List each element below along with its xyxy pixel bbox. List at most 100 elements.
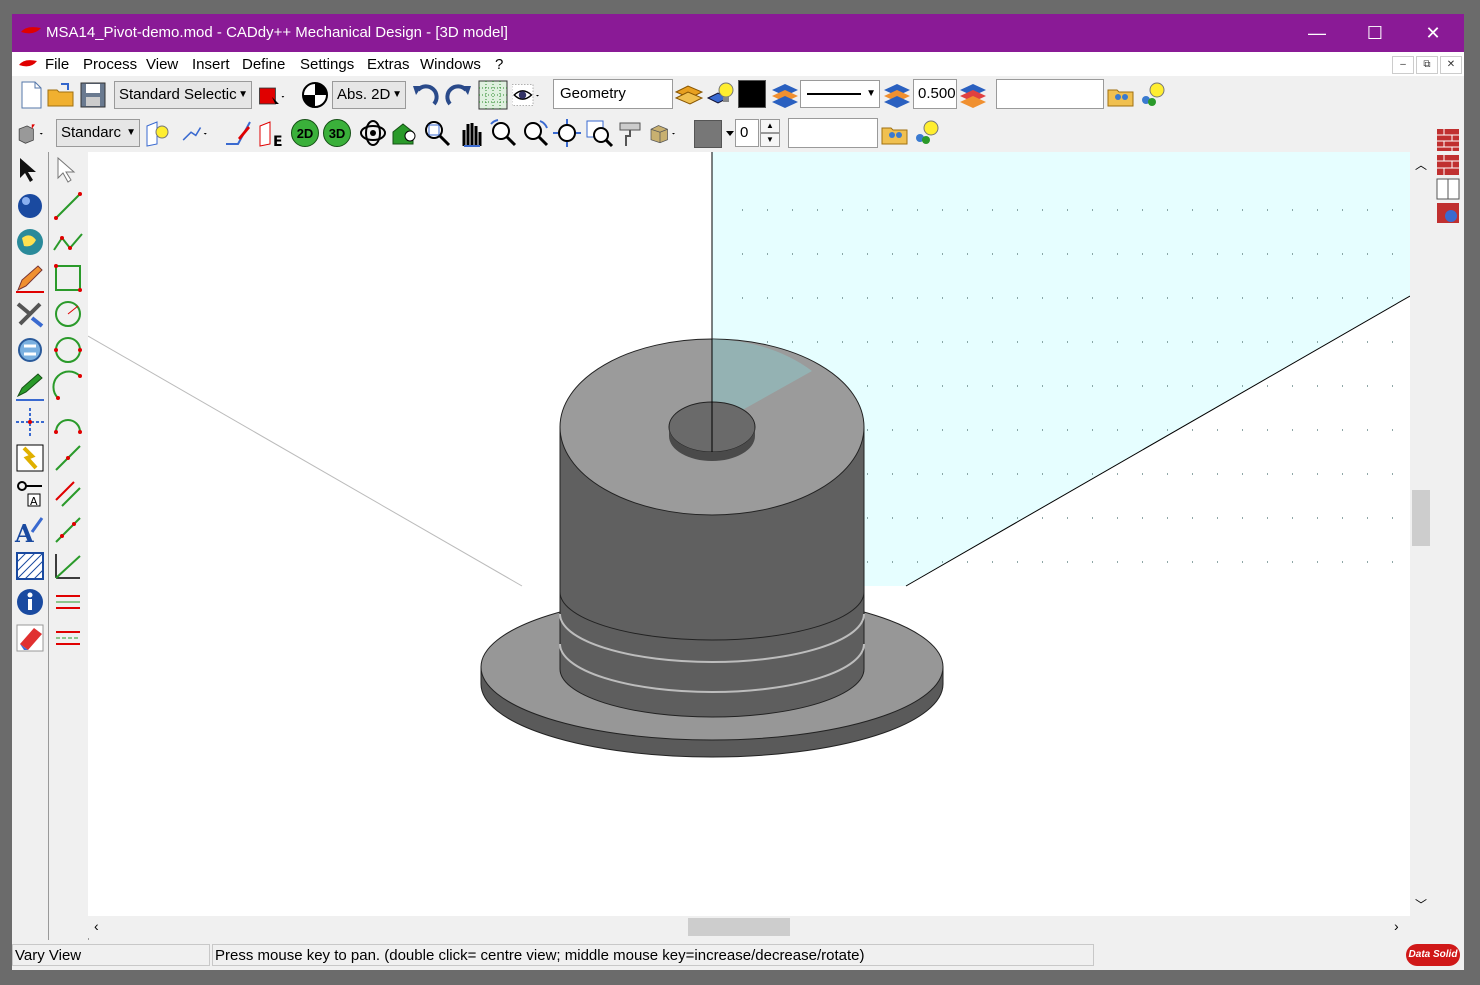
horizontal-scrollbar[interactable]: ‹ ›: [88, 916, 1410, 938]
3d-viewport[interactable]: [88, 152, 1410, 916]
menu-help[interactable]: ?: [495, 56, 503, 73]
brick-refresh-icon[interactable]: [1436, 202, 1460, 224]
sphere-icon[interactable]: [14, 190, 46, 222]
brick-wall-icon[interactable]: [1436, 128, 1460, 152]
zoom-out-icon[interactable]: [488, 118, 518, 148]
menu-file[interactable]: File: [45, 56, 69, 73]
minimize-button[interactable]: —: [1288, 14, 1346, 52]
menu-settings[interactable]: Settings: [300, 56, 354, 73]
users-folder-icon[interactable]: [1106, 80, 1136, 110]
menu-process[interactable]: Process: [83, 56, 137, 73]
open-folder-icon[interactable]: [46, 80, 76, 110]
sketch-pencil-icon[interactable]: [14, 370, 46, 402]
rectangle-tool-icon[interactable]: [52, 262, 84, 294]
menu-define[interactable]: Define: [242, 56, 285, 73]
close-button[interactable]: ✕: [1404, 14, 1462, 52]
layer-folder-icon[interactable]: [674, 80, 704, 110]
line-style-select[interactable]: ▼: [800, 80, 880, 108]
view-style-icon[interactable]: [16, 118, 46, 148]
vertical-scrollbar[interactable]: ︿ ﹀: [1410, 152, 1432, 916]
mdi-close-button[interactable]: ✕: [1440, 56, 1462, 74]
origin-icon[interactable]: [300, 80, 330, 110]
layers-icon-2[interactable]: [882, 80, 912, 110]
angle-line-icon[interactable]: [52, 550, 84, 582]
color-swatch[interactable]: [738, 80, 766, 108]
users-folder-icon-2[interactable]: [880, 118, 910, 148]
eraser-icon[interactable]: [14, 622, 46, 654]
save-icon[interactable]: [78, 80, 108, 110]
text-edit-icon[interactable]: A: [14, 478, 46, 510]
3d-view-button[interactable]: 3D: [323, 119, 351, 147]
layers-icon[interactable]: [770, 80, 800, 110]
maximize-button[interactable]: ☐: [1346, 14, 1404, 52]
zoom-all-icon[interactable]: [552, 118, 582, 148]
selection-mode-select[interactable]: Standard Selectic ▼: [114, 81, 252, 109]
render-bulb-icon[interactable]: [144, 118, 174, 148]
text-annotation-icon[interactable]: A: [14, 514, 46, 546]
line-tool-icon[interactable]: [52, 190, 84, 222]
select-arrow-icon[interactable]: [14, 154, 46, 186]
vertical-scroll-thumb[interactable]: [1412, 490, 1430, 546]
users-bulb-icon-2[interactable]: [912, 118, 942, 148]
spin-down-button[interactable]: ▼: [760, 133, 780, 147]
scroll-left-arrow-icon[interactable]: ‹: [94, 918, 99, 934]
tools-icon[interactable]: [14, 298, 46, 330]
scroll-right-arrow-icon[interactable]: ›: [1394, 918, 1399, 934]
pan-hand-icon[interactable]: [456, 118, 486, 148]
parallel-line-icon[interactable]: [52, 478, 84, 510]
brick-wall-icon-2[interactable]: [1436, 154, 1460, 176]
paint-roller-icon[interactable]: [616, 118, 646, 148]
users-bulb-icon[interactable]: [1138, 80, 1168, 110]
layer-name-field[interactable]: Geometry: [553, 79, 673, 109]
undo-icon[interactable]: [410, 80, 440, 110]
arc-tool-icon[interactable]: [52, 406, 84, 438]
zoom-house-icon[interactable]: [390, 118, 420, 148]
fill-color-swatch[interactable]: [694, 120, 722, 148]
visibility-eye-icon[interactable]: [512, 80, 542, 110]
offset-line-icon[interactable]: [52, 514, 84, 546]
spin-field[interactable]: 0: [735, 119, 759, 147]
2d-view-button[interactable]: 2D: [291, 119, 319, 147]
lightning-tool-icon[interactable]: [14, 442, 46, 474]
redo-icon[interactable]: [444, 80, 474, 110]
search-field-2[interactable]: [788, 118, 878, 148]
menu-view[interactable]: View: [146, 56, 178, 73]
coord-mode-select[interactable]: Abs. 2D ▼: [332, 81, 406, 109]
double-line-icon[interactable]: [52, 586, 84, 618]
line-width-field[interactable]: 0.500: [913, 79, 957, 109]
spin-up-button[interactable]: ▲: [760, 119, 780, 133]
orbit-icon[interactable]: [358, 118, 388, 148]
layers-icon-3[interactable]: [958, 80, 988, 110]
zoom-window-icon[interactable]: [422, 118, 452, 148]
circle-tool-icon[interactable]: [52, 334, 84, 366]
select-outline-arrow-icon[interactable]: [52, 154, 84, 186]
search-field-1[interactable]: [996, 79, 1104, 109]
view-style-select[interactable]: Standarc ▼: [56, 119, 140, 147]
polyline-tool-icon[interactable]: [52, 226, 84, 258]
zoom-in-icon[interactable]: [520, 118, 550, 148]
menu-insert[interactable]: Insert: [192, 56, 230, 73]
pencil-icon[interactable]: [14, 262, 46, 294]
hatch-icon[interactable]: [14, 550, 46, 582]
scroll-up-arrow-icon[interactable]: ︿: [1415, 156, 1427, 173]
mdi-restore-button[interactable]: ⧉: [1416, 56, 1438, 74]
dimension-icon[interactable]: [180, 118, 210, 148]
pen-color-icon[interactable]: [256, 81, 286, 111]
pencil-plane-icon[interactable]: [224, 118, 254, 148]
mdi-minimize-button[interactable]: –: [1392, 56, 1414, 74]
construction-lines-icon[interactable]: [14, 406, 46, 438]
chevron-down-icon[interactable]: [726, 131, 734, 137]
circle-center-tool-icon[interactable]: [52, 298, 84, 330]
info-icon[interactable]: [14, 586, 46, 618]
edit-plane-icon[interactable]: E: [256, 118, 286, 148]
menu-windows[interactable]: Windows: [420, 56, 481, 73]
centre-line-icon[interactable]: [52, 622, 84, 654]
drawing-canvas[interactable]: [88, 152, 1410, 916]
globe-tool-icon[interactable]: [14, 226, 46, 258]
horizontal-scroll-thumb[interactable]: [688, 918, 790, 936]
arc-three-point-icon[interactable]: [52, 370, 84, 402]
menu-extras[interactable]: Extras: [367, 56, 410, 73]
tangent-line-icon[interactable]: [52, 442, 84, 474]
split-view-icon[interactable]: [1436, 178, 1460, 200]
zoom-previous-icon[interactable]: [584, 118, 614, 148]
